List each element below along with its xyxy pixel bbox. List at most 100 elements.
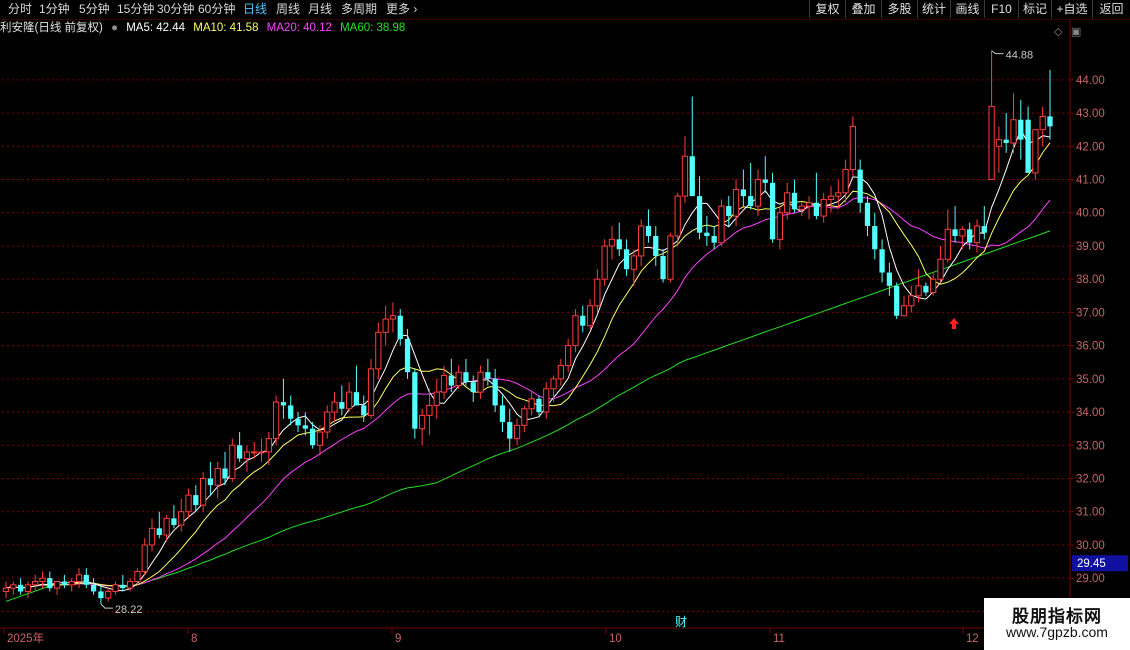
candle-body-up[interactable] (10, 584, 17, 589)
candle-body-down[interactable] (310, 428, 316, 446)
candle-body-up[interactable] (126, 580, 134, 589)
add-watchlist-button[interactable]: +自选 (1051, 0, 1092, 18)
candle-body-down[interactable] (507, 422, 513, 439)
candle-body-up[interactable] (426, 404, 433, 416)
candle-body-down[interactable] (872, 226, 878, 250)
candle-body-down[interactable] (813, 202, 820, 217)
candle-body-up[interactable] (2, 587, 10, 592)
candle-body-down[interactable] (740, 189, 746, 197)
period-tab-30min[interactable]: 30分钟 (157, 1, 194, 18)
candle-body-up[interactable] (805, 202, 813, 207)
candle-body-up[interactable] (39, 577, 46, 582)
candle-body-up[interactable] (75, 574, 83, 582)
candle-body-up[interactable] (732, 188, 740, 217)
period-tab-daily[interactable]: 日线 (243, 1, 267, 18)
candle-body-down[interactable] (1025, 119, 1031, 173)
candle-body-up[interactable] (718, 205, 725, 244)
candle-body-down[interactable] (857, 169, 863, 203)
candle-body-up[interactable] (324, 411, 331, 433)
candle-body-up[interactable] (346, 391, 353, 410)
candle-body-down[interactable] (98, 591, 104, 599)
candle-body-up[interactable] (316, 431, 324, 446)
candle-body-down[interactable] (499, 405, 506, 423)
candle-body-up[interactable] (199, 478, 207, 506)
kline-chart[interactable]: 44.00 43.00 42.00 41.00 40.00 39.00 38.00 37.00… (0, 0, 1130, 650)
finance-marker[interactable]: 财 (675, 615, 687, 629)
candle-body-up[interactable] (608, 238, 616, 247)
candle-body-down[interactable] (864, 202, 871, 227)
candle-body-down[interactable] (762, 179, 768, 183)
candle-body-up[interactable] (630, 255, 637, 270)
candle-body-down[interactable] (353, 392, 360, 406)
candle-body-up[interactable] (959, 228, 966, 237)
candle-body-down[interactable] (1003, 139, 1009, 143)
candle-body-down[interactable] (623, 249, 630, 270)
candle-body-up[interactable] (557, 365, 564, 380)
candle-body-up[interactable] (550, 378, 557, 390)
candle-body-down[interactable] (222, 468, 228, 479)
candle-body-up[interactable] (784, 192, 791, 214)
candle-body-up[interactable] (776, 212, 784, 240)
period-tab-multi[interactable]: 多周期 (341, 1, 377, 18)
candle-body-up[interactable] (572, 315, 579, 347)
candle-body-up[interactable] (543, 388, 550, 413)
candle-body-up[interactable] (995, 139, 1003, 147)
candle-body-down[interactable] (886, 272, 893, 286)
candle-body-down[interactable] (61, 581, 68, 585)
candle-body-up[interactable] (820, 198, 827, 217)
candle-body-up[interactable] (53, 580, 61, 589)
candle-body-down[interactable] (361, 405, 367, 416)
candle-body-up[interactable] (229, 444, 236, 480)
candle-body-up[interactable] (565, 345, 572, 367)
candle-body-down[interactable] (288, 405, 294, 419)
candle-body-up[interactable] (521, 408, 528, 426)
candle-body-down[interactable] (171, 518, 177, 526)
period-tab-weekly[interactable]: 周线 (276, 1, 300, 18)
candle-body-up[interactable] (988, 105, 995, 181)
candle-body-up[interactable] (419, 414, 426, 430)
candle-body-up[interactable] (594, 278, 601, 307)
candle-body-down[interactable] (967, 229, 973, 243)
candle-body-up[interactable] (331, 401, 338, 413)
candle-body-down[interactable] (952, 229, 958, 236)
candle-body-up[interactable] (178, 511, 185, 526)
candle-body-down[interactable] (769, 182, 776, 240)
candle-body-up[interactable] (1010, 119, 1017, 144)
candle-body-up[interactable] (513, 424, 521, 440)
candle-body-up[interactable] (667, 235, 674, 280)
candle-body-up[interactable] (163, 517, 170, 536)
candle-body-down[interactable] (207, 478, 214, 486)
candle-body-down[interactable] (1018, 119, 1024, 140)
candle-body-up[interactable] (908, 295, 915, 307)
candle-body-up[interactable] (382, 318, 389, 333)
candle-body-up[interactable] (243, 451, 251, 460)
candle-body-up[interactable] (849, 125, 857, 171)
candle-body-up[interactable] (973, 225, 981, 244)
candle-body-down[interactable] (412, 372, 418, 429)
candle-body-up[interactable] (681, 155, 689, 197)
candle-body-up[interactable] (754, 179, 762, 207)
f10-button[interactable]: F10 (984, 0, 1018, 18)
candle-body-up[interactable] (455, 371, 462, 386)
candle-body-up[interactable] (105, 590, 112, 599)
candle-body-up[interactable] (433, 391, 440, 406)
mark-button[interactable]: 标记 (1018, 0, 1051, 18)
candle-body-down[interactable] (791, 192, 798, 210)
candle-body-down[interactable] (236, 445, 243, 459)
candle-body-down[interactable] (689, 156, 695, 197)
candle-body-down[interactable] (83, 574, 89, 585)
candle-body-up[interactable] (148, 527, 156, 546)
candle-body-up[interactable] (24, 584, 32, 592)
candle-body-up[interactable] (937, 258, 944, 280)
candle-body-down[interactable] (448, 375, 454, 386)
candle-body-up[interactable] (944, 228, 951, 260)
back-button[interactable]: 返回 (1092, 0, 1130, 18)
candle-body-down[interactable] (397, 315, 403, 339)
candle-body-up[interactable] (258, 451, 265, 454)
candle-body-down[interactable] (748, 196, 754, 207)
candle-body-down[interactable] (120, 584, 126, 589)
candle-body-up[interactable] (134, 571, 141, 582)
period-tab-monthly[interactable]: 月线 (308, 1, 332, 18)
candle-body-down[interactable] (17, 584, 24, 592)
candle-body-up[interactable] (915, 285, 922, 297)
